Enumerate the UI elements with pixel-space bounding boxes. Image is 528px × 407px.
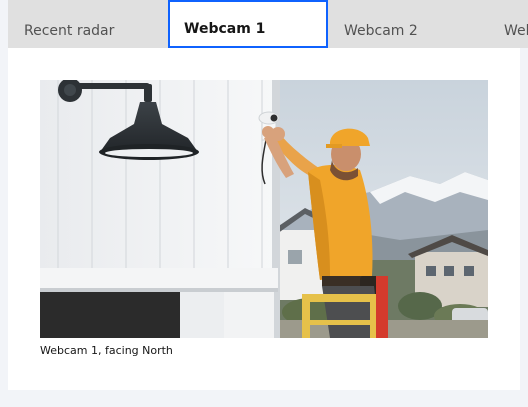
tab-webcam-3[interactable]: Webcam 3 <box>488 0 528 48</box>
tab-list: Recent radar Webcam 1 Webcam 2 Webcam 3 <box>8 0 528 48</box>
tab-label: Webcam 3 <box>504 23 528 39</box>
image-caption: Webcam 1, facing North <box>40 344 173 357</box>
tab-recent-radar[interactable]: Recent radar <box>8 0 168 48</box>
tab-webcam-2[interactable]: Webcam 2 <box>328 0 488 48</box>
tab-label: Recent radar <box>24 23 115 39</box>
tab-label: Webcam 1 <box>184 21 266 37</box>
tab-label: Webcam 2 <box>344 23 418 39</box>
tab-panel: Webcam 1, facing North <box>8 48 520 390</box>
webcam-image <box>40 80 488 338</box>
tab-webcam-1[interactable]: Webcam 1 <box>168 0 328 48</box>
webcam-photo <box>40 80 488 338</box>
